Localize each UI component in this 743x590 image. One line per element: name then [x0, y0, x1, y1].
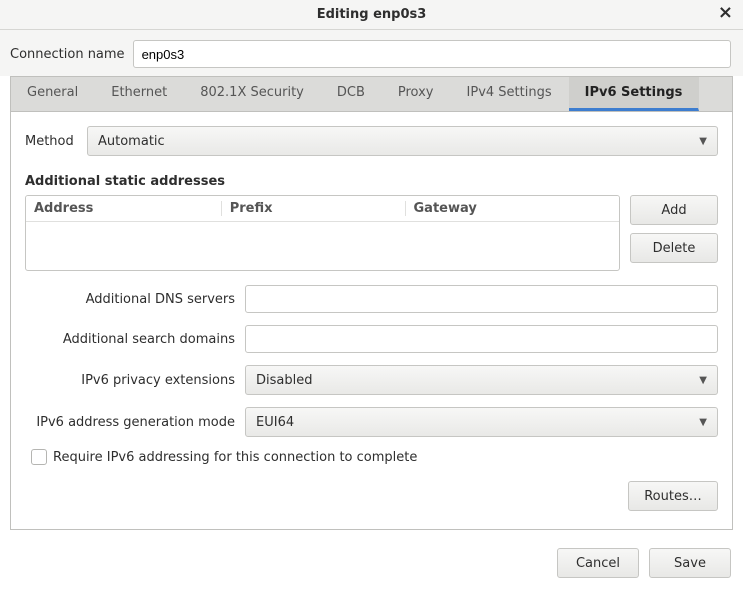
method-select[interactable]: Automatic ▼: [87, 126, 718, 156]
require-row: Require IPv6 addressing for this connect…: [31, 449, 718, 465]
genmode-row: IPv6 address generation mode EUI64 ▼: [25, 407, 718, 437]
connection-name-label: Connection name: [10, 47, 125, 62]
routes-button[interactable]: Routes…: [628, 481, 718, 511]
titlebar: Editing enp0s3 ×: [0, 0, 743, 30]
tab-proxy[interactable]: Proxy: [382, 77, 451, 111]
genmode-label: IPv6 address generation mode: [25, 415, 235, 430]
addresses-buttons: Add Delete: [630, 195, 718, 263]
chevron-down-icon: ▼: [699, 417, 707, 428]
genmode-select[interactable]: EUI64 ▼: [245, 407, 718, 437]
privacy-select[interactable]: Disabled ▼: [245, 365, 718, 395]
method-row: Method Automatic ▼: [25, 126, 718, 156]
close-icon[interactable]: ×: [718, 4, 733, 22]
tab-ethernet[interactable]: Ethernet: [95, 77, 184, 111]
domains-row: Additional search domains: [25, 325, 718, 353]
col-gateway: Gateway: [406, 201, 619, 216]
domains-input[interactable]: [245, 325, 718, 353]
col-address: Address: [26, 201, 222, 216]
dns-label: Additional DNS servers: [25, 292, 235, 307]
addresses-area: Address Prefix Gateway Add Delete: [25, 195, 718, 271]
privacy-label: IPv6 privacy extensions: [25, 373, 235, 388]
delete-button[interactable]: Delete: [630, 233, 718, 263]
chevron-down-icon: ▼: [699, 375, 707, 386]
tab-general[interactable]: General: [11, 77, 95, 111]
addresses-header: Address Prefix Gateway: [26, 196, 619, 222]
addresses-table[interactable]: Address Prefix Gateway: [25, 195, 620, 271]
connection-name-input[interactable]: [133, 40, 731, 68]
tab-ipv6-settings[interactable]: IPv6 Settings: [569, 77, 700, 111]
chevron-down-icon: ▼: [699, 136, 707, 147]
col-prefix: Prefix: [222, 201, 406, 216]
add-button[interactable]: Add: [630, 195, 718, 225]
addresses-section-label: Additional static addresses: [25, 174, 718, 189]
cancel-button[interactable]: Cancel: [557, 548, 639, 578]
save-button[interactable]: Save: [649, 548, 731, 578]
require-label: Require IPv6 addressing for this connect…: [53, 450, 417, 465]
panel-ipv6: Method Automatic ▼ Additional static add…: [10, 112, 733, 530]
require-checkbox[interactable]: [31, 449, 47, 465]
genmode-value: EUI64: [256, 415, 294, 430]
tabs: General Ethernet 802.1X Security DCB Pro…: [10, 76, 733, 112]
dns-row: Additional DNS servers: [25, 285, 718, 313]
privacy-row: IPv6 privacy extensions Disabled ▼: [25, 365, 718, 395]
tab-8021x-security[interactable]: 802.1X Security: [184, 77, 321, 111]
domains-label: Additional search domains: [25, 332, 235, 347]
window-title: Editing enp0s3: [317, 7, 427, 22]
tab-dcb[interactable]: DCB: [321, 77, 382, 111]
footer: Cancel Save: [0, 540, 743, 590]
routes-row: Routes…: [25, 481, 718, 511]
tab-ipv4-settings[interactable]: IPv4 Settings: [451, 77, 569, 111]
method-label: Method: [25, 134, 73, 149]
form-rows: Additional DNS servers Additional search…: [25, 285, 718, 465]
method-value: Automatic: [98, 134, 165, 149]
privacy-value: Disabled: [256, 373, 312, 388]
connection-name-row: Connection name: [0, 30, 743, 76]
dns-input[interactable]: [245, 285, 718, 313]
